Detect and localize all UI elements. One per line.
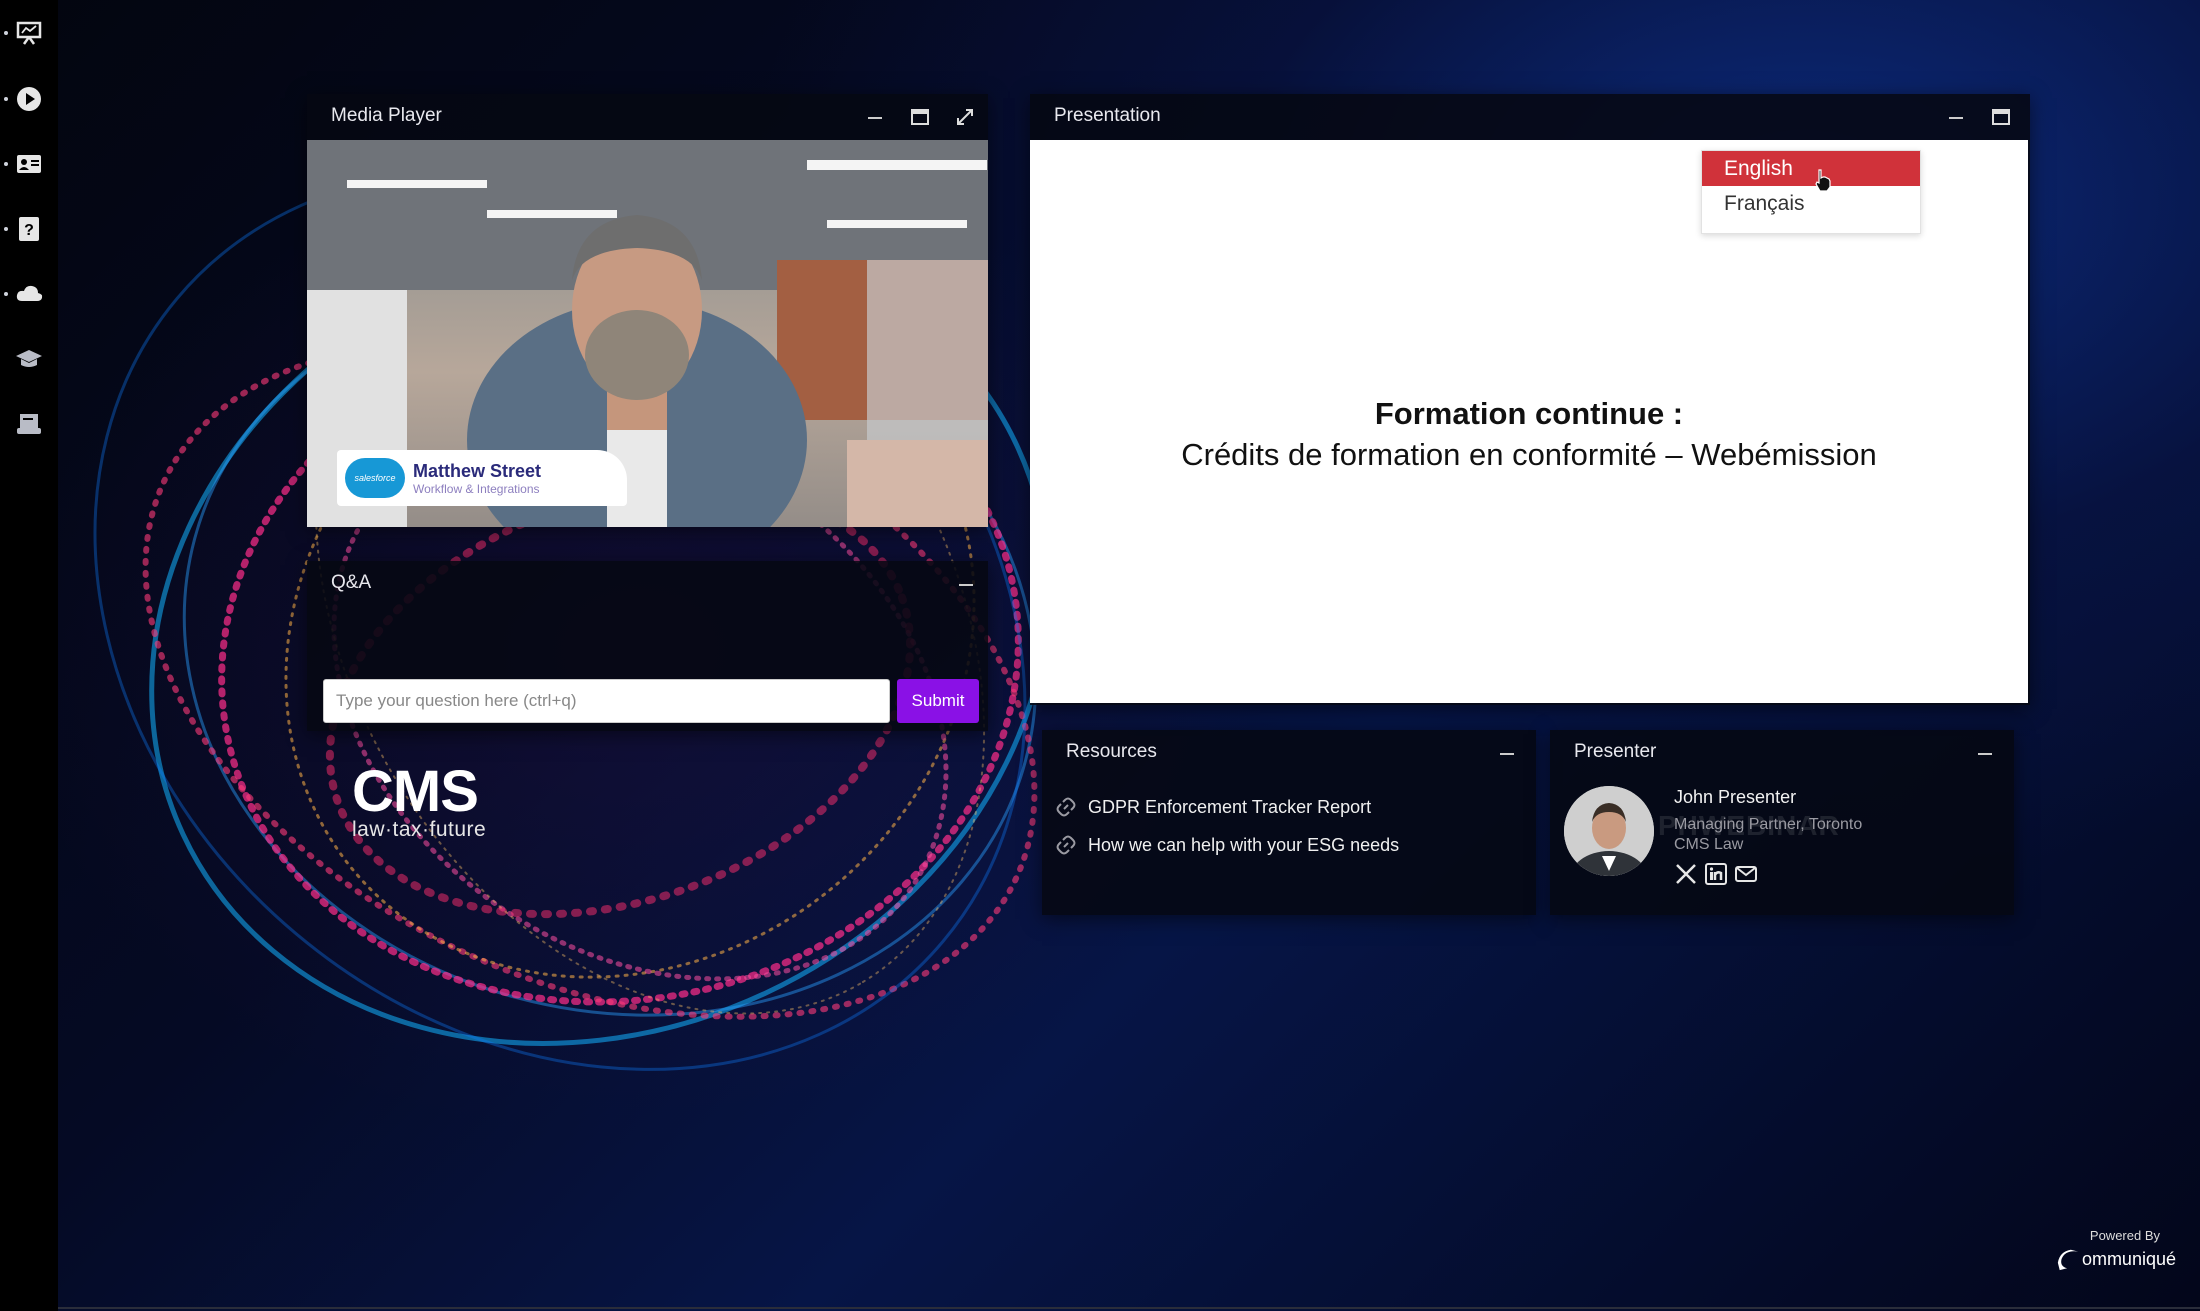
nav-contacts[interactable] bbox=[0, 141, 58, 187]
resource-link[interactable]: How we can help with your ESG needs bbox=[1054, 826, 1399, 864]
minimize-icon bbox=[1949, 117, 1963, 119]
presenter-window: Presenter PHWEBINAR John Presenter Manag… bbox=[1550, 730, 2014, 915]
nav-dot bbox=[4, 227, 8, 231]
media-player-window: Media Player salesforce Matthew Street W… bbox=[307, 94, 988, 527]
minimize-button[interactable] bbox=[1941, 102, 1971, 132]
resources-window: Resources GDPR Enforcement Tracker Repor… bbox=[1042, 730, 1536, 915]
presenter-header: Presenter bbox=[1550, 730, 2014, 774]
linkedin-icon[interactable] bbox=[1704, 862, 1728, 886]
slide-subtitle: Crédits de formation en conformité – Web… bbox=[1181, 437, 1877, 472]
play-icon bbox=[17, 87, 41, 111]
question-input[interactable] bbox=[323, 679, 890, 723]
resources-title: Resources bbox=[1066, 741, 1157, 762]
cms-tagline: law·tax·future bbox=[352, 818, 487, 841]
presenter-organization: CMS Law bbox=[1674, 836, 1744, 853]
presentation-window: Presentation Formation continue : Crédit… bbox=[1030, 94, 2030, 705]
language-option-francais[interactable]: Français bbox=[1702, 186, 1920, 221]
nav-dot bbox=[4, 97, 8, 101]
minimize-icon bbox=[1500, 753, 1514, 755]
nav-media[interactable] bbox=[0, 76, 58, 122]
nav-dot bbox=[4, 292, 8, 296]
resource-label: GDPR Enforcement Tracker Report bbox=[1088, 796, 1372, 817]
language-option-english[interactable]: English bbox=[1702, 151, 1920, 186]
speaker-name: Matthew Street bbox=[413, 460, 542, 481]
language-menu: English Français bbox=[1701, 150, 1921, 234]
presentation-icon bbox=[16, 21, 42, 45]
resource-label: How we can help with your ESG needs bbox=[1088, 834, 1400, 855]
presenter-name: John Presenter bbox=[1674, 787, 1797, 807]
help-icon: ? bbox=[19, 217, 39, 241]
resources-list: GDPR Enforcement Tracker Report How we c… bbox=[1054, 788, 1399, 864]
nav-presentation[interactable] bbox=[0, 10, 58, 56]
minimize-button[interactable] bbox=[1492, 738, 1522, 768]
link-icon bbox=[1056, 835, 1076, 855]
minimize-icon bbox=[868, 117, 882, 119]
cms-wordmark: CMS bbox=[352, 759, 479, 824]
presenter-role: Managing Partner, Toronto bbox=[1674, 816, 1863, 833]
presentation-title: Presentation bbox=[1054, 105, 1161, 126]
certificate-icon bbox=[17, 414, 41, 434]
svg-text:?: ? bbox=[24, 222, 34, 239]
resource-link[interactable]: GDPR Enforcement Tracker Report bbox=[1054, 788, 1399, 826]
cloud-icon bbox=[16, 285, 43, 301]
presenter-avatar bbox=[1564, 786, 1654, 876]
media-player-title: Media Player bbox=[331, 105, 442, 126]
contact-card-icon bbox=[17, 155, 41, 173]
resources-header: Resources bbox=[1042, 730, 1536, 774]
cms-logo: CMS law·tax·future bbox=[352, 759, 527, 844]
video-frame[interactable]: salesforce Matthew Street Workflow & Int… bbox=[307, 140, 988, 527]
nav-cloud[interactable] bbox=[0, 271, 58, 317]
x-icon[interactable] bbox=[1674, 862, 1698, 886]
slide: Formation continue : Crédits de formatio… bbox=[1030, 140, 2028, 703]
submit-button[interactable]: Submit bbox=[897, 679, 979, 723]
link-icon bbox=[1056, 797, 1076, 817]
qa-window: Q&A Submit bbox=[307, 561, 988, 731]
minimize-button[interactable] bbox=[951, 569, 981, 599]
left-nav: ? bbox=[0, 0, 58, 1311]
graduation-cap-icon bbox=[16, 350, 42, 367]
maximize-button[interactable] bbox=[1986, 102, 2016, 132]
speaker-name-tag: salesforce Matthew Street Workflow & Int… bbox=[337, 450, 627, 506]
fullscreen-button[interactable] bbox=[950, 102, 980, 132]
nav-help[interactable]: ? bbox=[0, 206, 58, 252]
maximize-icon bbox=[1992, 109, 2010, 125]
communique-logo-icon bbox=[2057, 1249, 2079, 1271]
nav-dot bbox=[4, 162, 8, 166]
presentation-header: Presentation bbox=[1030, 94, 2030, 138]
presenter-photo bbox=[1564, 786, 1654, 876]
expand-icon bbox=[957, 109, 973, 125]
powered-by-brand: ommuniqué bbox=[2081, 1248, 2176, 1269]
bottom-divider bbox=[58, 1307, 2200, 1309]
slide-title: Formation continue : bbox=[1374, 396, 1684, 431]
hand-cursor-icon bbox=[1815, 169, 1831, 192]
nav-certificate[interactable] bbox=[0, 401, 58, 447]
qa-title: Q&A bbox=[331, 572, 372, 593]
speaker-subtitle: Workflow & Integrations bbox=[413, 481, 540, 496]
maximize-icon bbox=[911, 109, 929, 125]
powered-by: Powered By ommuniqué bbox=[2056, 1228, 2176, 1276]
nav-dot bbox=[4, 31, 8, 35]
presenter-title: Presenter bbox=[1574, 741, 1657, 762]
minimize-icon bbox=[1978, 753, 1992, 755]
minimize-button[interactable] bbox=[1970, 738, 2000, 768]
salesforce-logo: salesforce bbox=[345, 458, 405, 498]
email-icon[interactable] bbox=[1734, 862, 1758, 886]
minimize-button[interactable] bbox=[860, 102, 890, 132]
qa-header: Q&A bbox=[307, 561, 988, 605]
maximize-button[interactable] bbox=[905, 102, 935, 132]
minimize-icon bbox=[959, 584, 973, 586]
powered-by-label: Powered By bbox=[2089, 1228, 2160, 1243]
nav-education[interactable] bbox=[0, 336, 58, 382]
media-player-header: Media Player bbox=[307, 94, 988, 138]
